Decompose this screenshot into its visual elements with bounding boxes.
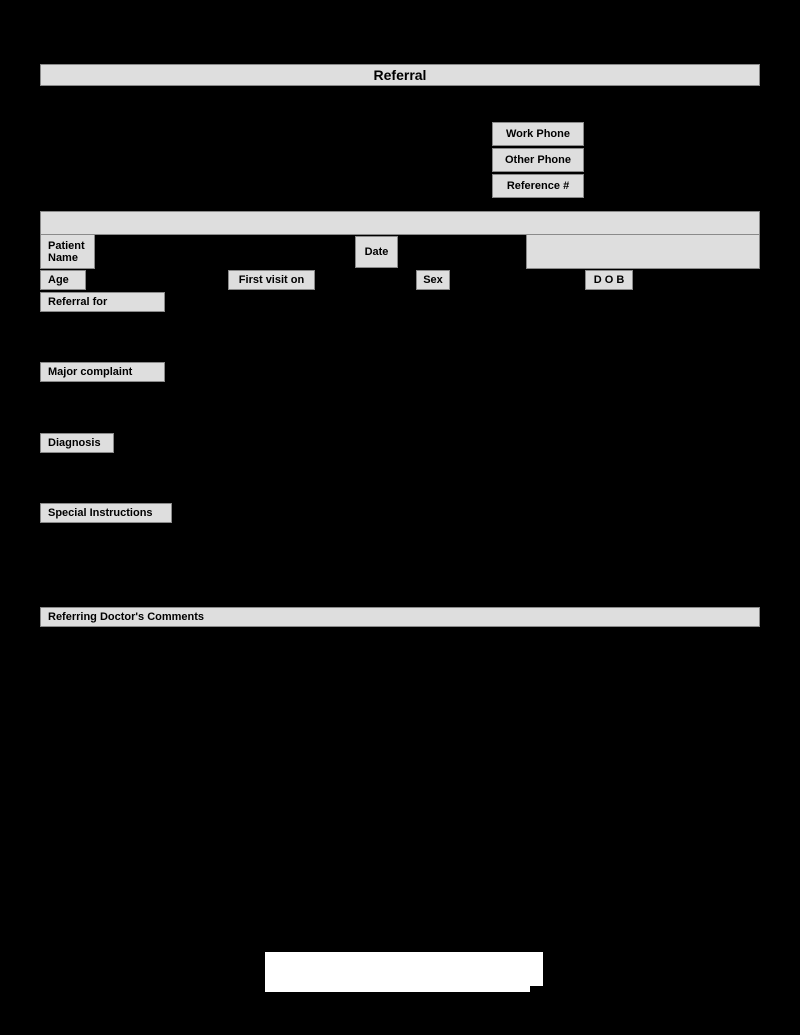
referral-for-label: Referral for bbox=[40, 292, 165, 312]
date-input[interactable] bbox=[526, 234, 760, 269]
referral-form-page: Referral Work Phone Other Phone Referenc… bbox=[0, 0, 800, 1035]
page-title: Referral bbox=[40, 64, 760, 86]
major-complaint-label: Major complaint bbox=[40, 362, 165, 382]
diagnosis-label: Diagnosis bbox=[40, 433, 114, 453]
footer-plate bbox=[265, 952, 543, 986]
date-label: Date bbox=[355, 236, 398, 268]
date-of-birth-label: D O B bbox=[585, 270, 633, 290]
sex-label: Sex bbox=[416, 270, 450, 290]
first-visit-on-label: First visit on bbox=[228, 270, 315, 290]
reference-number-label: Reference # bbox=[492, 174, 584, 198]
work-phone-label: Work Phone bbox=[492, 122, 584, 146]
other-phone-label: Other Phone bbox=[492, 148, 584, 172]
patient-name-label: Patient Name bbox=[40, 234, 95, 269]
age-label: Age bbox=[40, 270, 86, 290]
patient-header-field[interactable] bbox=[40, 211, 760, 235]
special-instructions-label: Special Instructions bbox=[40, 503, 172, 523]
referring-doctors-comments-label: Referring Doctor's Comments bbox=[40, 607, 760, 627]
